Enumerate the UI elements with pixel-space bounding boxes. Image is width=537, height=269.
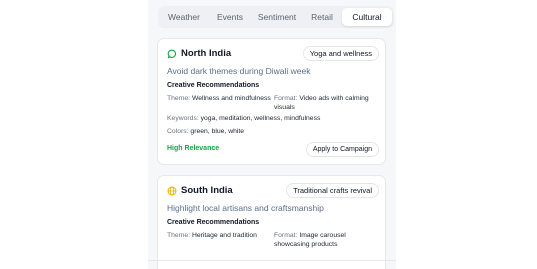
format-key: Format: xyxy=(274,232,298,239)
colors-field: Colors: green, blue, white xyxy=(167,128,382,137)
globe-icon xyxy=(167,186,177,196)
section-title: Creative Recommendations xyxy=(167,219,260,226)
region-heading: North India xyxy=(167,48,231,59)
insight-card-south-india: South India Traditional crafts revival H… xyxy=(157,175,386,269)
insight-headline: Highlight local artisans and craftsmansh… xyxy=(167,203,324,213)
tab-retail[interactable]: Retail xyxy=(302,8,342,26)
theme-key: Theme: xyxy=(167,232,191,239)
format-field: Format: Video ads with calming visuals xyxy=(274,95,378,112)
keywords-field: Keywords: yoga, meditation, wellness, mi… xyxy=(167,115,382,124)
tab-events[interactable]: Events xyxy=(208,8,252,26)
region-heading: South India xyxy=(167,185,233,196)
region-name: North India xyxy=(181,48,232,59)
section-title: Creative Recommendations xyxy=(167,82,260,89)
insight-headline: Avoid dark themes during Diwali week xyxy=(167,66,311,76)
theme-field: Theme: Wellness and mindfulness xyxy=(167,95,271,104)
colors-key: Colors: xyxy=(167,128,189,135)
tab-sentiment[interactable]: Sentiment xyxy=(252,8,302,26)
keywords-key: Keywords: xyxy=(167,115,199,122)
relevance-badge: High Relevance xyxy=(167,145,220,152)
region-name: South India xyxy=(181,185,233,196)
format-field: Format: Image carousel showcasing produc… xyxy=(274,232,378,249)
colors-value: green, blue, white xyxy=(190,128,245,135)
category-tabs: Weather Events Sentiment Retail Cultural xyxy=(158,6,394,28)
insight-card-north-india: North India Yoga and wellness Avoid dark… xyxy=(157,38,386,165)
theme-value: Wellness and mindfulness xyxy=(191,95,271,102)
topic-tag: Yoga and wellness xyxy=(302,46,379,61)
keywords-value: yoga, meditation, wellness, mindfulness xyxy=(200,115,321,122)
tab-cultural[interactable]: Cultural xyxy=(342,8,392,26)
apply-to-campaign-button[interactable]: Apply to Campaign xyxy=(305,142,379,157)
chat-bubble-icon xyxy=(167,49,177,59)
panel-divider xyxy=(148,260,396,261)
theme-field: Theme: Heritage and tradition xyxy=(167,232,271,241)
format-key: Format: xyxy=(274,95,298,102)
theme-value: Heritage and tradition xyxy=(191,232,257,239)
tab-weather[interactable]: Weather xyxy=(160,8,208,26)
topic-tag: Traditional crafts revival xyxy=(286,183,379,198)
insights-panel: Weather Events Sentiment Retail Cultural… xyxy=(148,0,396,269)
theme-key: Theme: xyxy=(167,95,191,102)
